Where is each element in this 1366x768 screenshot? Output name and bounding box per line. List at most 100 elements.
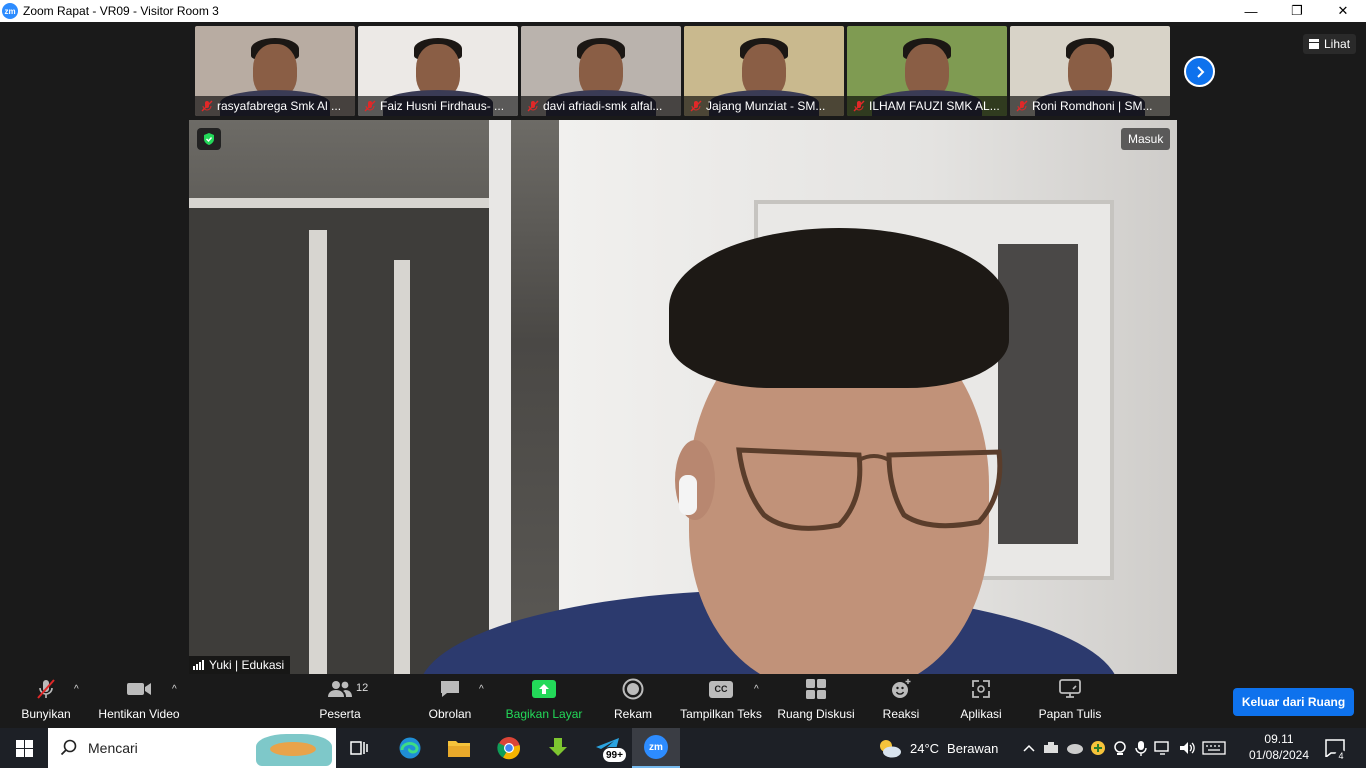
microphone-icon[interactable]	[1134, 740, 1148, 756]
apps-button[interactable]: Aplikasi	[954, 674, 1008, 728]
mic-muted-icon	[37, 679, 55, 699]
search-highlight-image	[256, 734, 332, 766]
taskbar-search-box[interactable]: Mencari	[48, 728, 336, 768]
participant-tile[interactable]: Faiz Husni Firdhaus- ...	[358, 26, 518, 116]
participant-name: ILHAM FAUZI SMK AL...	[869, 99, 1000, 113]
participant-tile[interactable]: Jajang Munziat - SM...	[684, 26, 844, 116]
webcam-icon[interactable]	[1112, 740, 1128, 756]
participant-name: davi afriadi-smk alfal...	[543, 99, 663, 113]
download-arrow-icon	[549, 738, 567, 756]
participant-name: Jajang Munziat - SM...	[706, 99, 826, 113]
zoom-app-icon: zm	[644, 735, 668, 759]
chat-bubble-icon	[441, 681, 459, 697]
restore-button[interactable]: ❐	[1274, 0, 1320, 22]
share-screen-label: Bagikan Layar	[505, 707, 583, 721]
search-placeholder: Mencari	[88, 740, 138, 756]
volume-icon[interactable]	[1178, 740, 1196, 756]
video-camera-icon	[127, 683, 151, 695]
clock-time: 09.11	[1264, 732, 1294, 746]
chat-button[interactable]: Obrolan	[424, 674, 476, 728]
usb-drive-icon[interactable]	[1042, 741, 1060, 755]
participant-tile[interactable]: Roni Romdhoni | SM...	[1010, 26, 1170, 116]
windows-logo-icon	[15, 739, 33, 757]
mic-muted-icon	[853, 100, 865, 112]
participant-tile[interactable]: rasyafabrega Smk Al ...	[195, 26, 355, 116]
weather-temperature: 24°C	[910, 740, 940, 756]
record-button[interactable]: Rekam	[606, 674, 660, 728]
participants-label: Peserta	[319, 707, 361, 721]
video-hair	[669, 228, 1009, 388]
participant-tile[interactable]: ILHAM FAUZI SMK AL...	[847, 26, 1007, 116]
grid-view-icon	[1309, 39, 1319, 49]
unmute-button[interactable]: Bunyikan	[14, 674, 78, 728]
reactions-label: Reaksi	[882, 707, 920, 721]
notification-count-badge: 4	[1335, 750, 1347, 762]
view-button[interactable]: Lihat	[1303, 34, 1357, 54]
participant-name-label: Jajang Munziat - SM...	[684, 96, 844, 116]
whiteboard-button[interactable]: Papan Tulis	[1036, 674, 1104, 728]
video-options-caret[interactable]: ^	[172, 684, 177, 695]
chevron-up-icon[interactable]	[1022, 743, 1036, 753]
active-speaker-video	[189, 120, 1177, 674]
signal-strength-icon	[193, 660, 204, 670]
participant-tile[interactable]: davi afriadi-smk alfal...	[521, 26, 681, 116]
chat-label: Obrolan	[428, 707, 472, 721]
mic-muted-icon	[527, 100, 539, 112]
search-icon	[60, 739, 77, 756]
edge-browser-button[interactable]	[386, 728, 434, 768]
shield-icon	[204, 133, 214, 145]
participant-name-label: Faiz Husni Firdhaus- ...	[358, 96, 518, 116]
audio-options-caret[interactable]: ^	[74, 684, 79, 695]
closed-captions-icon: CC	[709, 680, 733, 698]
weather-widget[interactable]: 24°C Berawan	[876, 728, 998, 768]
chat-options-caret[interactable]: ^	[479, 684, 484, 695]
participants-count: 12	[356, 682, 369, 694]
taskbar-clock[interactable]: 09.11 01/08/2024	[1244, 731, 1314, 763]
zoom-logo-icon: zm	[2, 3, 18, 19]
mic-muted-icon	[690, 100, 702, 112]
breakout-rooms-button[interactable]: Ruang Diskusi	[776, 674, 856, 728]
chrome-icon	[497, 737, 521, 760]
file-explorer-button[interactable]	[435, 728, 483, 768]
next-page-button[interactable]	[1184, 56, 1215, 87]
record-label: Rekam	[613, 707, 652, 721]
captions-options-caret[interactable]: ^	[754, 684, 759, 695]
encryption-shield-icon[interactable]	[197, 128, 221, 150]
download-manager-button[interactable]	[534, 728, 582, 768]
task-view-button[interactable]	[336, 728, 384, 768]
telegram-button[interactable]: 99+	[584, 728, 632, 768]
network-icon[interactable]	[1154, 740, 1172, 756]
start-button[interactable]	[0, 728, 48, 768]
folder-icon	[448, 741, 470, 757]
unmute-label: Bunyikan	[21, 707, 71, 721]
participant-name: rasyafabrega Smk Al ...	[217, 99, 342, 113]
keyboard-icon[interactable]	[1202, 741, 1226, 755]
notification-center-button[interactable]	[1325, 728, 1345, 768]
reactions-button[interactable]: Reaksi	[876, 674, 926, 728]
zoom-taskbar-button[interactable]: zm	[632, 728, 680, 768]
participants-icon	[328, 681, 352, 697]
breakout-rooms-icon	[806, 679, 826, 699]
gallery-strip: rasyafabrega Smk Al ... Faiz Husni Firdh…	[195, 26, 1170, 116]
stop-video-button[interactable]: Hentikan Video	[96, 674, 182, 728]
video-glasses	[736, 447, 1003, 531]
participant-name-label: rasyafabrega Smk Al ...	[195, 96, 355, 116]
security-shield-icon[interactable]	[1090, 740, 1106, 756]
video-door-frame	[489, 120, 511, 674]
meeting-toolbar: Bunyikan ^ Hentikan Video ^ Peserta 12 O…	[0, 674, 1366, 728]
system-tray	[1022, 728, 1226, 768]
cloud-icon[interactable]	[1066, 741, 1084, 755]
video-door-bar	[309, 230, 327, 674]
whiteboard-label: Papan Tulis	[1038, 707, 1102, 721]
video-door-bar	[394, 260, 410, 674]
leave-room-button[interactable]: Keluar dari Ruang	[1233, 688, 1354, 716]
status-badge: Masuk	[1121, 128, 1171, 150]
captions-button[interactable]: CC Tampilkan Teks	[678, 674, 764, 728]
chrome-button[interactable]	[485, 728, 533, 768]
weather-condition: Berawan	[947, 740, 999, 756]
stop-video-label: Hentikan Video	[98, 707, 180, 721]
close-button[interactable]: ✕	[1320, 0, 1366, 22]
video-earbud	[679, 475, 697, 515]
minimize-button[interactable]: —	[1228, 0, 1274, 22]
share-screen-button[interactable]: Bagikan Layar	[505, 674, 583, 728]
